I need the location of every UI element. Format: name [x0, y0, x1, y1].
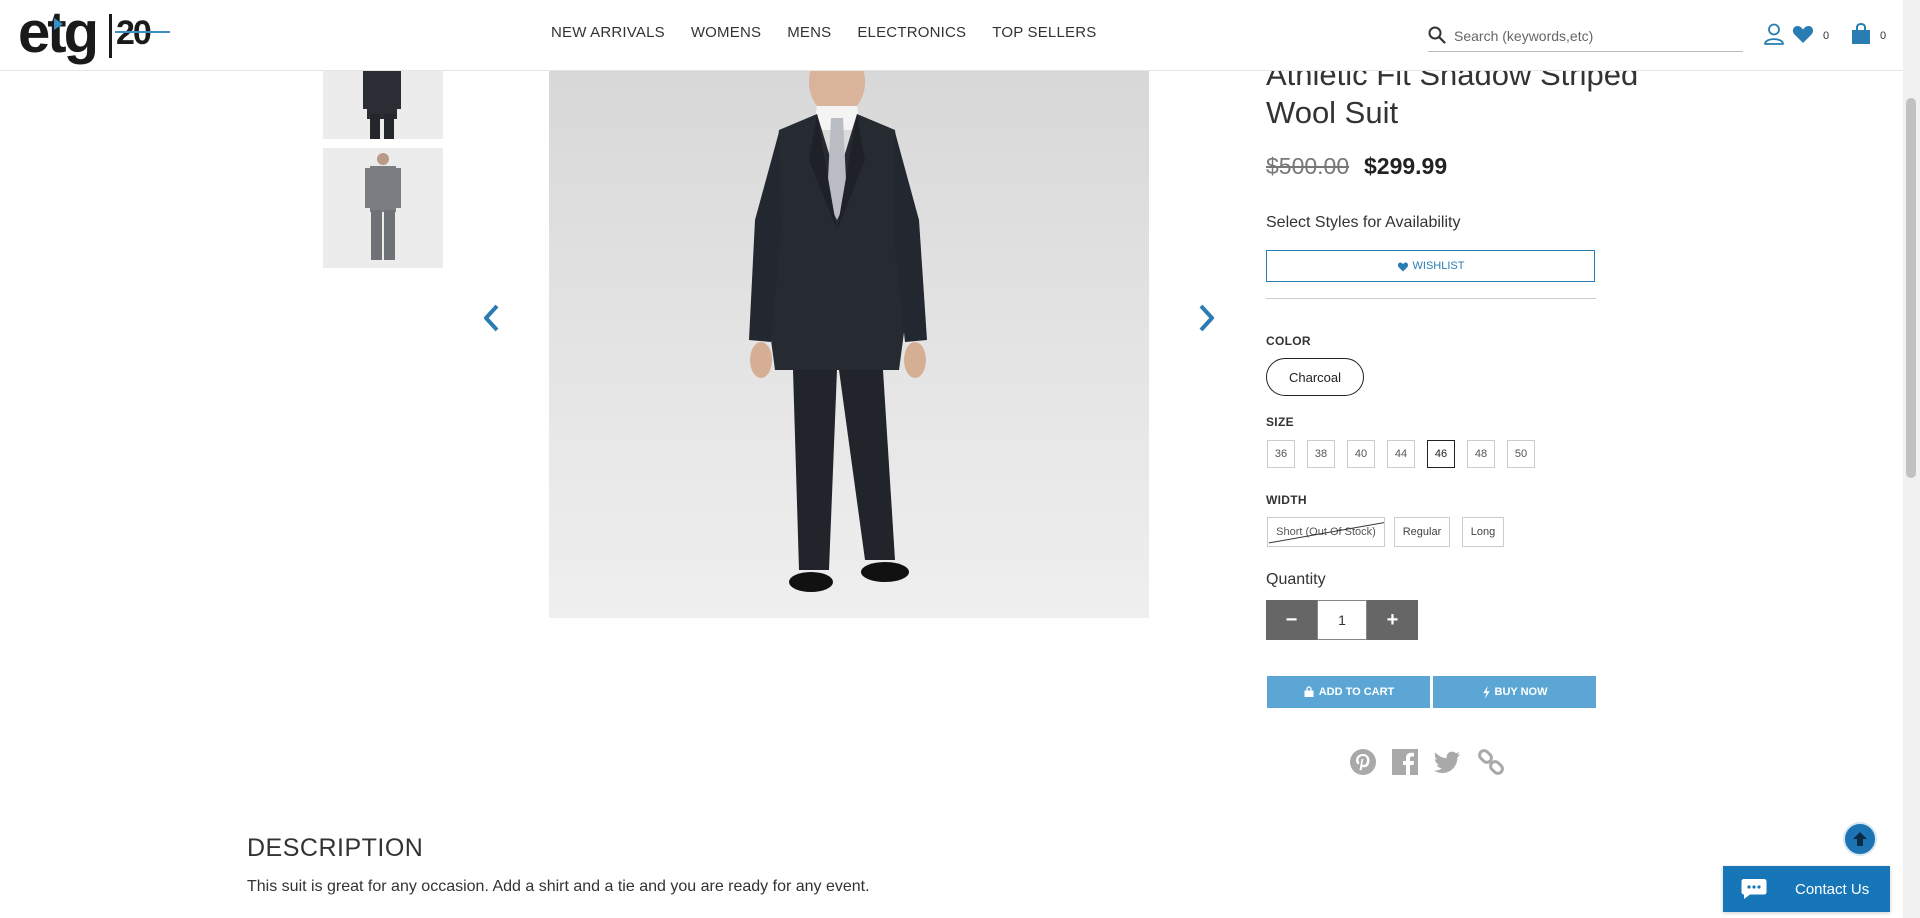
size-label: SIZE: [1266, 415, 1294, 429]
add-to-cart-label: ADD TO CART: [1318, 686, 1395, 698]
wishlist-label: WISHLIST: [1412, 260, 1465, 272]
width-option-long[interactable]: Long: [1462, 517, 1504, 547]
lightning-icon: [1482, 685, 1490, 699]
size-option-50[interactable]: 50: [1507, 440, 1535, 468]
cart-count: 0: [1880, 30, 1887, 42]
logo-anniversary-number: 20: [116, 14, 152, 52]
logo-divider: [109, 14, 112, 58]
cart-bag-icon[interactable]: [1849, 22, 1873, 46]
quantity-increase-button[interactable]: +: [1367, 600, 1418, 640]
buy-now-button[interactable]: BUY NOW: [1433, 676, 1596, 708]
gallery-thumbnail-back[interactable]: [323, 148, 443, 268]
color-option-charcoal[interactable]: Charcoal: [1266, 358, 1364, 396]
logo-underline: [115, 31, 170, 33]
quantity-label: Quantity: [1266, 571, 1326, 588]
search-bar: [1428, 20, 1743, 52]
product-main-image[interactable]: [549, 70, 1149, 618]
wishlist-count: 0: [1823, 30, 1830, 42]
search-input[interactable]: [1452, 24, 1741, 48]
wishlist-heart-icon[interactable]: [1791, 22, 1815, 46]
site-header: etg 20 NEW ARRIVALS WOMENS MENS ELECTRON…: [0, 0, 1903, 71]
bag-icon: [1304, 686, 1314, 697]
logo-accent-mark: [54, 18, 63, 30]
facebook-icon[interactable]: [1391, 748, 1419, 776]
width-option-regular[interactable]: Regular: [1394, 517, 1450, 547]
color-label: COLOR: [1266, 334, 1311, 348]
search-icon[interactable]: [1428, 26, 1446, 44]
size-option-46[interactable]: 46: [1427, 440, 1455, 468]
wishlist-button[interactable]: WISHLIST: [1266, 250, 1595, 282]
size-option-48[interactable]: 48: [1467, 440, 1495, 468]
suit-model-image: [549, 70, 1149, 618]
sale-price: $299.99: [1364, 153, 1448, 179]
buy-now-label: BUY NOW: [1494, 686, 1548, 698]
arrow-up-icon: [1853, 832, 1867, 846]
twitter-icon[interactable]: [1434, 748, 1462, 776]
nav-electronics[interactable]: ELECTRONICS: [857, 24, 966, 41]
description-text: This suit is great for any occasion. Add…: [247, 878, 870, 895]
link-icon[interactable]: [1477, 748, 1505, 776]
contact-us-label: Contact Us: [1795, 880, 1870, 898]
pinterest-icon[interactable]: [1349, 748, 1377, 776]
nav-womens[interactable]: WOMENS: [691, 24, 761, 41]
size-option-36[interactable]: 36: [1267, 440, 1295, 468]
gallery-prev-arrow-icon[interactable]: [480, 302, 504, 334]
logo-wordmark: etg: [18, 0, 99, 65]
site-logo[interactable]: etg 20: [18, 0, 170, 66]
nav-new-arrivals[interactable]: NEW ARRIVALS: [551, 24, 665, 41]
original-price: $500.00: [1266, 153, 1350, 179]
size-option-44[interactable]: 44: [1387, 440, 1415, 468]
chat-bubble-icon: [1741, 879, 1767, 899]
nav-mens[interactable]: MENS: [787, 24, 831, 41]
scrollbar-thumb[interactable]: [1906, 98, 1916, 478]
contact-us-button[interactable]: Contact Us: [1723, 866, 1890, 912]
back-to-top-button[interactable]: [1843, 822, 1877, 856]
width-option-short-out-of-stock[interactable]: Short (Out Of Stock): [1267, 517, 1385, 547]
account-icon[interactable]: [1762, 22, 1786, 46]
quantity-input[interactable]: [1317, 600, 1367, 640]
size-option-38[interactable]: 38: [1307, 440, 1335, 468]
gallery-next-arrow-icon[interactable]: [1194, 302, 1218, 334]
suit-back-thumbnail-image: [323, 148, 443, 268]
width-label: WIDTH: [1266, 493, 1307, 507]
description-heading: DESCRIPTION: [247, 834, 424, 862]
main-nav: NEW ARRIVALS WOMENS MENS ELECTRONICS TOP…: [551, 24, 1122, 41]
size-option-40[interactable]: 40: [1347, 440, 1375, 468]
heart-icon: [1397, 262, 1408, 271]
quantity-decrease-button[interactable]: −: [1266, 600, 1317, 640]
nav-top-sellers[interactable]: TOP SELLERS: [992, 24, 1096, 41]
add-to-cart-button[interactable]: ADD TO CART: [1267, 676, 1430, 708]
section-divider: [1266, 298, 1596, 299]
availability-note: Select Styles for Availability: [1266, 214, 1461, 231]
